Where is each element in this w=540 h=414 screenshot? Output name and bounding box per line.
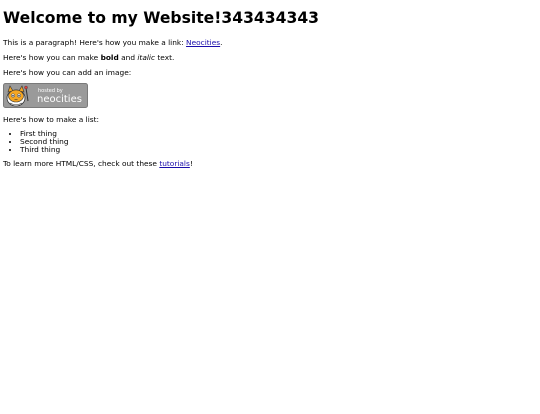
learn-text: To learn more HTML/CSS, check out these <box>3 159 160 168</box>
badge-name-text: neocities <box>37 94 82 105</box>
tutorials-link[interactable]: tutorials <box>159 159 190 168</box>
hosted-by-neocities-badge[interactable]: hosted by neocities <box>3 83 88 108</box>
page-title: Welcome to my Website!343434343 <box>3 9 320 27</box>
formatting-text: Here's how you can make <box>3 53 101 62</box>
list-item: Second thing <box>20 138 537 146</box>
italic-text: italic <box>137 53 156 62</box>
neocities-link[interactable]: Neocities <box>186 38 220 47</box>
list-item: First thing <box>20 130 537 138</box>
bold-text: bold <box>100 53 119 62</box>
intro-text: This is a paragraph! Here's how you make… <box>3 38 187 47</box>
list-paragraph: Here's how to make a list: <box>3 115 99 124</box>
image-paragraph: Here's how you can add an image: <box>3 68 132 77</box>
intro-text-end: . <box>220 38 223 47</box>
formatting-text-end: text. <box>155 53 175 62</box>
learn-paragraph: To learn more HTML/CSS, check out these … <box>3 159 537 169</box>
formatting-text-middle: and <box>118 53 138 62</box>
thing-list: First thing Second thing Third thing <box>3 130 537 154</box>
learn-text-end: ! <box>189 159 193 168</box>
intro-paragraph: This is a paragraph! Here's how you make… <box>3 38 537 48</box>
formatting-paragraph: Here's how you can make bold and italic … <box>3 53 537 63</box>
page-content: Welcome to my Website!343434343 This is … <box>0 9 540 169</box>
list-item: Third thing <box>20 146 537 154</box>
